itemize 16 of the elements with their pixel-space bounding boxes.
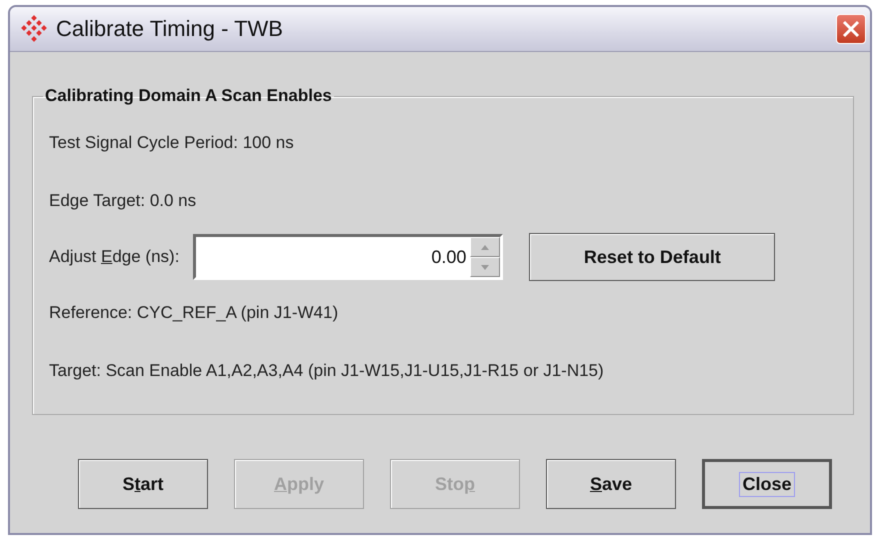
diamond-dots-icon [20, 15, 48, 43]
period-label: Test Signal Cycle Period: 100 ns [49, 132, 295, 154]
close-icon[interactable] [836, 14, 866, 44]
dialog-button[interactable]: Close [702, 459, 832, 509]
reference-label: Reference: CYC_REF_A (pin J1-W41) [49, 302, 340, 324]
reset-button[interactable]: Reset to Default [529, 233, 776, 281]
adjust-edge-label: Adjust Edge (ns): [49, 246, 180, 268]
edge-target-label: Edge Target: 0.0 ns [49, 190, 198, 212]
spinner-field[interactable]: 0.00 [193, 234, 504, 280]
down-arrow-icon[interactable] [481, 264, 490, 270]
window-title: Calibrate Timing - TWB [56, 16, 284, 42]
dialog-button[interactable]: Start [78, 459, 208, 509]
target-label: Target: Scan Enable A1,A2,A3,A4 (pin J1-W15,J1-U15,J1-R15 or J1-N15) [49, 360, 605, 382]
up-arrow-icon[interactable] [481, 244, 490, 250]
group-title: Calibrating Domain A Scan Enables [44, 86, 333, 106]
dialog-button[interactable]: Save [546, 459, 676, 509]
